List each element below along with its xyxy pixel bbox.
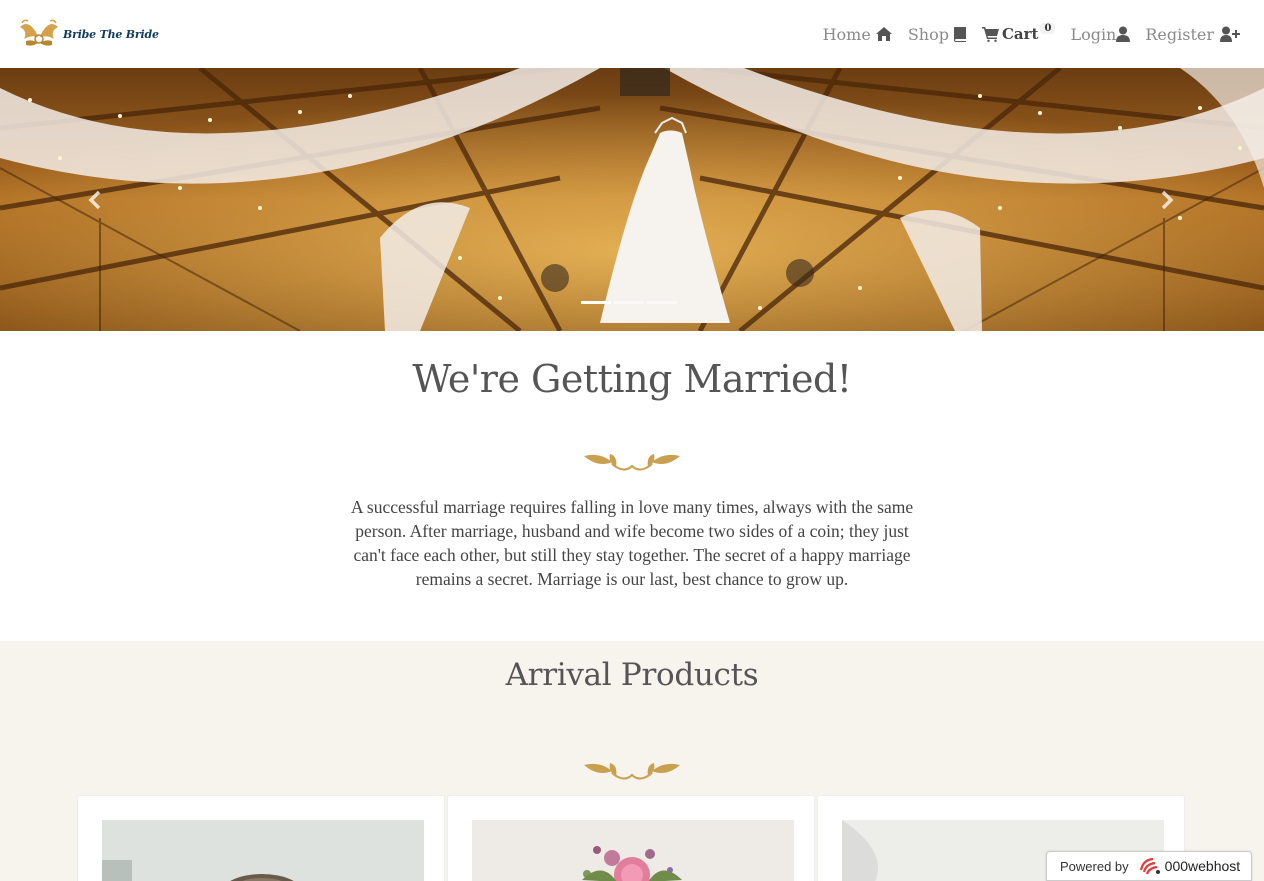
about-paragraph: A successful marriage requires falling i… [350,497,914,589]
powered-by-brand: 000webhost [1164,858,1241,874]
hero-carousel [0,68,1264,331]
powered-by-label: Powered by [1060,858,1129,874]
hero-slide-image [0,68,1264,331]
product-photo [472,820,794,881]
nav-login[interactable]: Login [1070,20,1131,48]
about-title: We're Getting Married! [412,357,852,401]
nav-register[interactable]: Register [1145,20,1240,48]
carousel-indicator[interactable] [647,301,677,304]
product-photo [102,820,424,881]
navbar: Bribe The Bride Home Shop Cart 0 Login R… [0,0,1264,68]
cart-icon [981,27,999,42]
chevron-left-icon [88,190,101,210]
about-section: We're Getting Married! A successful marr… [0,331,1264,641]
product-image[interactable] [102,820,424,881]
000webhost-logo-icon [1139,857,1160,875]
powered-by-badge[interactable]: Powered by 000webhost [1046,851,1252,881]
user-plus-icon [1220,26,1240,42]
home-icon [875,27,892,41]
carousel-next-button[interactable] [1147,188,1187,212]
chevron-right-icon [1161,190,1174,210]
laurel-divider-icon [584,763,680,780]
nav-home[interactable]: Home [823,20,893,48]
product-card[interactable] [77,795,445,881]
product-image[interactable] [472,820,794,881]
cart-count-badge: 0 [1040,22,1056,34]
book-icon [953,27,966,42]
carousel-prev-button[interactable] [75,188,115,212]
nav-shop-label: Shop [907,24,949,44]
nav-cart-label: Cart [1001,25,1039,43]
brand-logo[interactable]: Bribe The Bride [16,16,159,52]
carousel-indicators [581,301,680,304]
main-nav: Home Shop Cart 0 Login Register [808,20,1240,48]
brand-name: Bribe The Bride [63,27,159,41]
product-card[interactable] [447,795,815,881]
carousel-indicator[interactable] [614,301,644,304]
doves-emblem-icon [20,19,58,46]
arrival-products-section: Arrival Products [0,641,1264,881]
nav-home-label: Home [822,24,871,44]
nav-register-label: Register [1145,24,1214,44]
products-title: Arrival Products [505,657,759,693]
nav-cart[interactable]: Cart 0 [981,20,1056,48]
nav-shop[interactable]: Shop [908,20,967,48]
laurel-divider-icon [584,454,680,471]
nav-login-label: Login [1070,24,1117,44]
user-icon [1116,26,1131,42]
carousel-indicator[interactable] [581,301,611,304]
